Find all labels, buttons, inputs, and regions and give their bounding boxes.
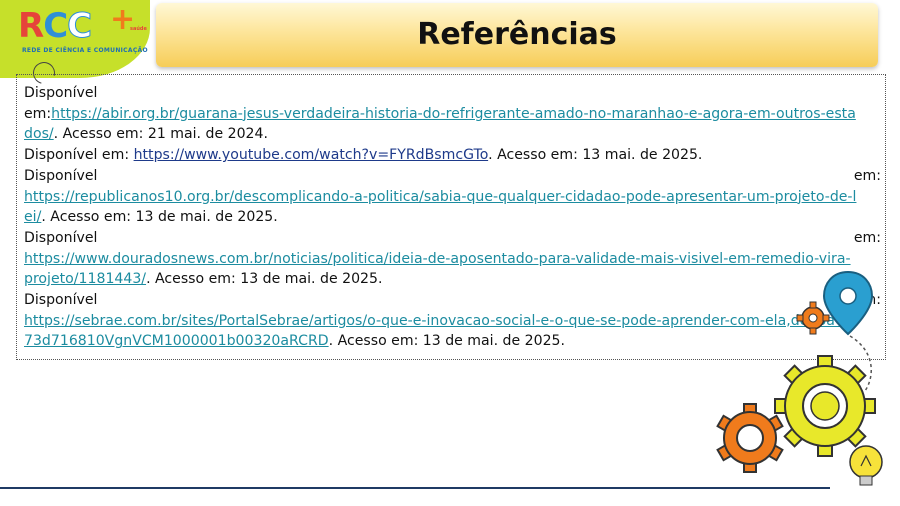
reference-3-label-end: em: (853, 167, 881, 184)
reference-3-label: Disponível (24, 167, 98, 184)
rcc-logo: RCC (18, 6, 93, 47)
reference-3-line3: ei/. Acesso em: 13 de mai. de 2025. (24, 207, 881, 228)
logo-letter-c2: C (67, 6, 93, 47)
reference-1-line3: dos/. Acesso em: 21 mai. de 2024. (24, 124, 881, 145)
bottom-divider (0, 487, 830, 489)
reference-1-label: Disponível (24, 85, 98, 101)
logo-letter-c1: C (43, 6, 68, 46)
gears-illustration (716, 270, 883, 486)
reference-3-accessed: . Acesso em: 13 de mai. de 2025. (41, 209, 278, 226)
reference-5-accessed: . Acesso em: 13 de mai. de 2025. (328, 333, 565, 350)
reference-4-label-end: em: (853, 229, 881, 246)
reference-3-line2: https://republicanos10.org.br/descomplic… (24, 187, 881, 208)
orange-gear-icon (716, 403, 784, 473)
reference-1-accessed: . Acesso em: 21 mai. de 2024. (53, 126, 268, 143)
page-title: Referências (417, 17, 617, 52)
reference-2-link[interactable]: https://www.youtube.com/watch?v=FYRdBsmc… (134, 147, 489, 163)
reference-1-prefix: em: (24, 105, 52, 122)
reference-2-prefix: Disponível em: (24, 147, 134, 164)
reference-5-label: Disponível (24, 292, 98, 309)
reference-4-link[interactable]: https://www.douradosnews.com.br/noticias… (24, 251, 851, 267)
reference-5-link-cont[interactable]: 73d716810VgnVCM1000001b00320aRCRD (24, 333, 329, 349)
reference-3-link-cont[interactable]: ei/ (24, 209, 41, 225)
reference-3-link[interactable]: https://republicanos10.org.br/descomplic… (24, 189, 856, 205)
reference-4-accessed: . Acesso em: 13 de mai. de 2025. (146, 271, 383, 288)
reference-2-accessed: . Acesso em: 13 mai. de 2025. (488, 147, 703, 164)
reference-2: Disponível em: https://www.youtube.com/w… (24, 145, 881, 166)
logo-letter-r: R (18, 6, 44, 46)
title-banner: Referências (156, 3, 878, 67)
logo-tagline: REDE DE CIÊNCIA E COMUNICAÇÃO (22, 47, 148, 54)
reference-3-label-line: Disponível em: (24, 166, 881, 187)
reference-4-link-cont[interactable]: projeto/1181443/ (24, 271, 146, 287)
location-pin-icon (822, 270, 874, 336)
reference-4-label-line: Disponível em: (24, 228, 881, 249)
reference-4-label: Disponível (24, 229, 98, 246)
logo-small-text: saúde (130, 26, 147, 32)
light-bulb-icon (849, 445, 883, 486)
orange-small-gear-icon (796, 301, 830, 335)
reference-1-link[interactable]: https://abir.org.br/guarana-jesus-verdad… (51, 106, 856, 122)
yellow-gear-icon (774, 355, 876, 457)
reference-1-line2: em:https://abir.org.br/guarana-jesus-ver… (24, 104, 881, 125)
reference-1-link-cont[interactable]: dos/ (24, 126, 54, 142)
